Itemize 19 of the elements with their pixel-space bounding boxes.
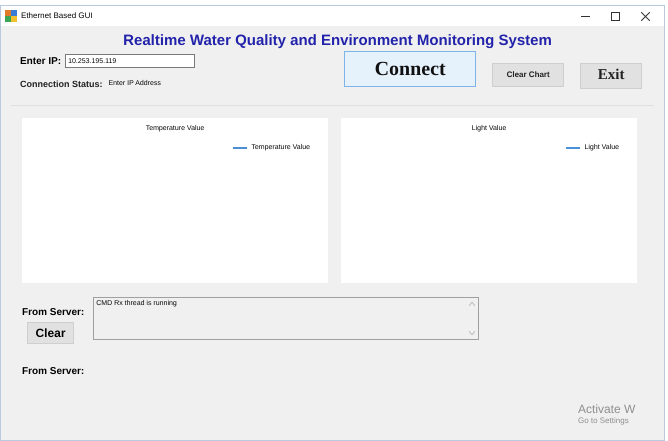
app-icon — [5, 10, 17, 22]
status-label: Connection Status: — [20, 78, 102, 90]
scroll-up-icon — [469, 302, 476, 306]
server-label: From Server: — [22, 366, 84, 377]
activation-notice: Activate W — [578, 402, 636, 416]
maximize-icon — [610, 12, 620, 20]
server-label: From Server: — [22, 306, 84, 320]
legend-line-icon — [233, 146, 248, 149]
clear-chart-button[interactable]: Clear Chart — [492, 62, 564, 86]
close-icon — [640, 12, 650, 20]
app-heading: Realtime Water Quality and Environment Monitoring System — [123, 31, 552, 51]
window-title: Ethernet Based GUI — [21, 10, 93, 22]
ip-label: Enter IP: — [20, 54, 62, 68]
activation-hint: Go to Settings — [578, 416, 629, 426]
scroll-down-icon — [469, 331, 476, 335]
connect-button[interactable]: Connect — [344, 50, 476, 86]
clear-button[interactable]: Clear — [27, 322, 74, 344]
exit-button[interactable]: Exit — [580, 62, 642, 88]
legend-line-icon — [566, 146, 580, 149]
